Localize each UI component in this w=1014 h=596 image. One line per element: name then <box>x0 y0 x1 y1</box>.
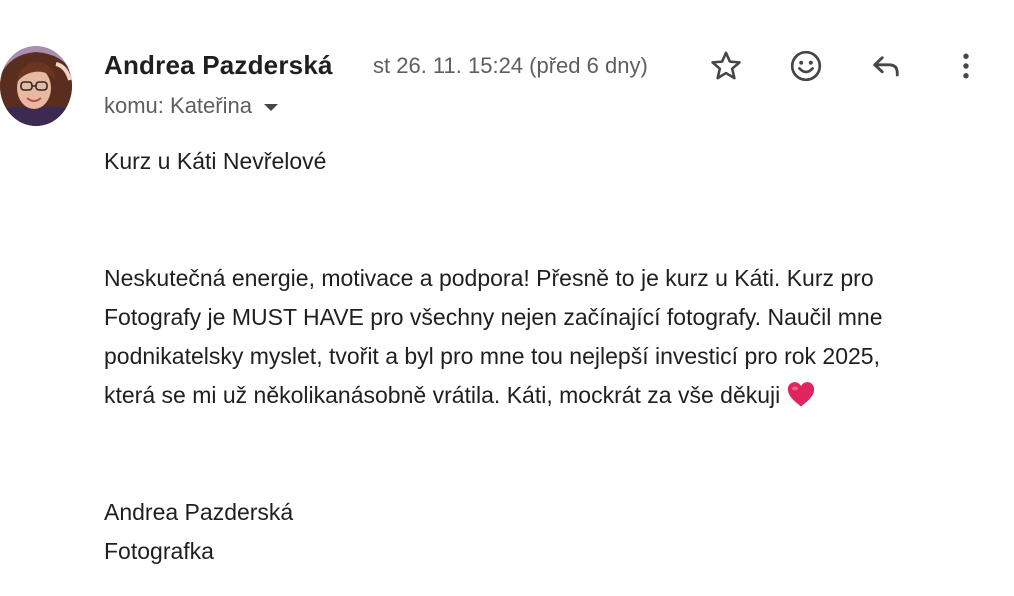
emoji-reaction-icon <box>790 50 822 82</box>
recipient-details-toggle[interactable]: komu: Kateřina <box>104 92 278 120</box>
red-heart-emoji-icon <box>786 380 816 420</box>
reply-icon <box>873 56 899 77</box>
message-paragraph-line: Fotografy je MUST HAVE pro všechny nejen… <box>104 304 883 330</box>
reply-button[interactable] <box>864 44 908 88</box>
add-reaction-button[interactable] <box>784 44 828 88</box>
message-paragraph-line: podnikatelsky myslet, tvořit a byl pro m… <box>104 343 880 369</box>
more-options-button[interactable] <box>944 44 988 88</box>
message-timestamp: st 26. 11. 15:24 (před 6 dny) <box>373 53 648 78</box>
email-message: Andrea Pazderská st 26. 11. 15:24 (před … <box>0 0 1014 596</box>
sender-name: Andrea Pazderská <box>104 50 333 80</box>
star-icon <box>711 51 741 80</box>
message-paragraph-line: která se mi už několikanásobně vrátila. … <box>104 382 781 408</box>
signature-title: Fotografka <box>104 538 214 564</box>
sender-avatar[interactable] <box>0 46 72 126</box>
recipient-label: komu: Kateřina <box>104 93 252 118</box>
signature-name: Andrea Pazderská <box>104 499 294 525</box>
message-first-line: Kurz u Káti Nevřelové <box>104 148 327 174</box>
star-button[interactable] <box>704 44 748 88</box>
caret-down-icon <box>263 103 278 111</box>
message-paragraph-line: Neskutečná energie, motivace a podpora! … <box>104 265 874 291</box>
avatar-photo <box>0 46 72 126</box>
message-paragraph-last-line: která se mi už několikanásobně vrátila. … <box>104 376 816 420</box>
more-vertical-icon <box>963 53 969 79</box>
